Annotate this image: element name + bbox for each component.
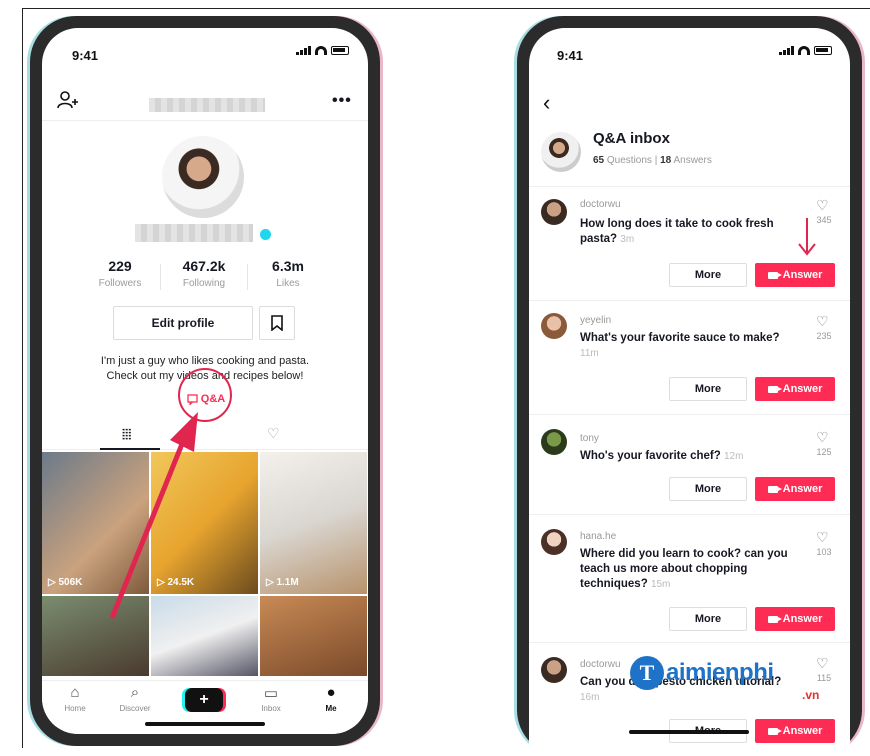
create-button[interactable]: + [185,688,223,712]
question-text: Who's your favorite chef? 12m [580,449,800,464]
question-body: How long does it take to cook fresh past… [580,218,774,245]
questions-count: 65 [593,155,605,166]
person-icon: ● [326,684,336,701]
nav-me[interactable]: ● Me [304,684,358,713]
signal-icon [779,46,794,55]
phone-qa-inbox: 9:41 ‹ Q&A inbox 65 Questions | 18 Answe… [517,16,862,756]
answer-label: Answer [782,483,823,495]
answer-label: Answer [782,383,823,395]
question-text: Where did you learn to cook? can you tea… [580,547,800,592]
answer-button[interactable]: Answer [755,377,835,401]
question-time: 15m [650,579,671,590]
status-icons [779,46,832,55]
answers-label: Answers [673,155,712,166]
heart-icon[interactable]: ♡ [816,197,829,214]
questions-label: Questions [606,155,652,166]
more-button[interactable]: More [669,607,747,631]
question-time: 3m [620,234,635,245]
answers-count: 18 [660,155,672,166]
question-body: Where did you learn to cook? can you tea… [580,548,788,590]
answer-button[interactable]: Answer [755,263,835,287]
question-item: tony Who's your favorite chef? 12m ♡ 125… [529,414,850,514]
user-avatar [541,529,567,555]
answer-label: Answer [782,613,823,625]
nav-label: Discover [119,704,151,713]
heart-icon[interactable]: ♡ [816,429,829,446]
home-indicator [145,722,265,726]
question-text: How long does it take to cook fresh past… [580,217,800,247]
inbox-icon: ▭ [263,685,279,702]
watermark-text: aimienphi [666,659,774,686]
user-avatar [541,429,567,455]
back-arrow-icon[interactable]: ‹ [543,90,550,116]
heart-icon[interactable]: ♡ [816,529,829,546]
question-user: hana.he [580,531,617,542]
user-avatar [541,313,567,339]
question-text: What's your favorite sauce to make? 11m [580,331,800,361]
question-time: 11m [580,348,599,359]
answer-button[interactable]: Answer [755,719,835,743]
like-count: 235 [816,331,832,341]
camera-icon [767,485,782,493]
qa-counts: 65 Questions | 18 Answers [593,155,712,166]
question-body: What's your favorite sauce to make? [580,332,780,344]
phone-profile: 9:41 ••• 229 Followers 467.2k Following … [30,16,380,746]
like-count: 103 [816,547,832,557]
question-user: doctorwu [580,199,621,210]
qa-inbox-screen: 9:41 ‹ Q&A inbox 65 Questions | 18 Answe… [529,28,850,756]
answer-button[interactable]: Answer [755,477,835,501]
more-button[interactable]: More [669,377,747,401]
watermark-logo: T aimienphi [630,656,774,690]
nav-label: Inbox [261,704,281,713]
watermark-tld: .vn [802,688,820,702]
avatar [541,132,581,172]
question-user: tony [580,433,599,444]
heart-icon[interactable]: ♡ [816,655,829,672]
nav-discover[interactable]: ⌕ Discover [108,684,162,713]
battery-icon [814,46,832,55]
question-time: 12m [723,451,744,462]
camera-icon [767,271,782,279]
question-item: hana.he Where did you learn to cook? can… [529,514,850,642]
more-button[interactable]: More [669,263,747,287]
camera-icon [767,615,782,623]
answer-button[interactable]: Answer [755,607,835,631]
nav-label: Home [64,704,86,713]
annotation-arrow-down [798,218,816,256]
nav-inbox[interactable]: ▭ Inbox [244,684,298,713]
profile-screen: 9:41 ••• 229 Followers 467.2k Following … [42,28,368,734]
more-button[interactable]: More [669,477,747,501]
user-avatar [541,199,567,225]
search-icon: ⌕ [130,684,140,701]
watermark-letter: T [630,656,664,690]
page-title: Q&A inbox [593,130,670,147]
nav-home[interactable]: ⌂ Home [48,684,102,713]
camera-icon [767,727,782,735]
heart-icon[interactable]: ♡ [816,313,829,330]
answer-label: Answer [782,725,823,737]
home-indicator [629,730,749,734]
camera-icon [767,385,782,393]
question-body: Who's your favorite chef? [580,450,721,462]
annotation-arrow [109,412,198,619]
like-count: 115 [816,673,832,683]
status-time: 9:41 [557,48,584,63]
wifi-icon [798,46,810,55]
like-count: 125 [816,447,832,457]
question-user: doctorwu [580,659,621,670]
home-icon: ⌂ [70,684,80,701]
question-user: yeyelin [580,315,612,326]
user-avatar [541,657,567,683]
question-item: yeyelin What's your favorite sauce to ma… [529,300,850,412]
answer-label: Answer [782,269,823,281]
question-time: 16m [580,692,600,703]
nav-label: Me [325,704,337,713]
